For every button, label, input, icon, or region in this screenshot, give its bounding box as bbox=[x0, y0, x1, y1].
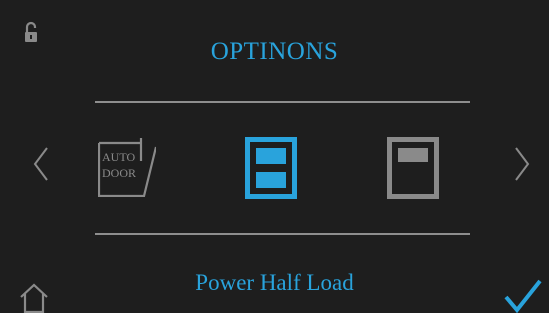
option-auto-door[interactable]: AUTO DOOR bbox=[98, 137, 156, 197]
option-power-full-load[interactable] bbox=[387, 137, 439, 199]
auto-door-label: AUTO DOOR bbox=[102, 149, 136, 181]
checkmark-icon[interactable] bbox=[503, 279, 543, 313]
option-power-half-load[interactable] bbox=[245, 137, 297, 199]
bottom-divider bbox=[95, 233, 470, 235]
auto-door-label-line1: AUTO bbox=[102, 150, 136, 164]
chevron-right-icon[interactable] bbox=[514, 146, 530, 182]
selected-option-label: Power Half Load bbox=[195, 270, 354, 295]
home-icon[interactable] bbox=[18, 281, 50, 313]
chevron-left-icon[interactable] bbox=[33, 146, 49, 182]
auto-door-label-line2: DOOR bbox=[102, 166, 137, 180]
page-title: OPTINONS bbox=[210, 38, 339, 65]
top-divider bbox=[95, 101, 470, 103]
options-screen: OPTINONS AUTO DOOR Power Half Load bbox=[0, 0, 549, 313]
